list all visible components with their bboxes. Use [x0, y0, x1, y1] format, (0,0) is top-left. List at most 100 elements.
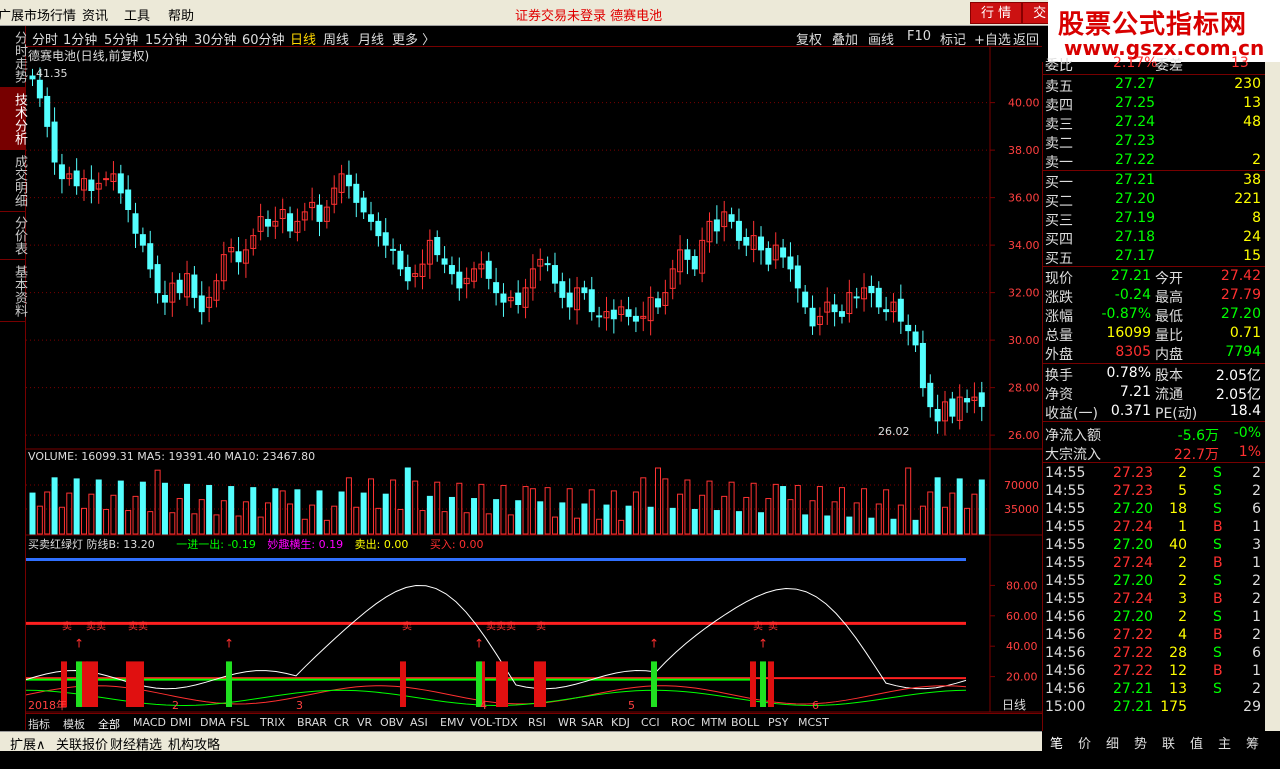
institution-strategy-button[interactable]: 机构攻略 [168, 734, 220, 753]
tick-row-cell: 27.20 [1113, 537, 1154, 553]
indicator-tab[interactable]: DMA [200, 716, 226, 729]
tick-row-cell: S [1213, 681, 1222, 697]
period-daily[interactable]: 日线 [290, 29, 316, 48]
indicator-tab[interactable]: EMV [440, 716, 464, 729]
tick-row-cell: 29 [1243, 699, 1261, 715]
volume-bar [927, 491, 934, 535]
indicator-tab[interactable]: ASI [410, 716, 428, 729]
volume-bar [677, 493, 684, 535]
detail-tab[interactable]: 主 [1218, 733, 1231, 752]
tick-row-cell: 15:00 [1045, 699, 1086, 715]
tab-fundamentals[interactable]: 基本资料 [0, 260, 27, 322]
candle-body [125, 189, 132, 210]
candle-body [448, 265, 455, 275]
scrollbar[interactable] [1265, 62, 1280, 732]
tick-row-cell: 12 [1169, 663, 1187, 679]
indicator-tab[interactable]: RSI [528, 716, 546, 729]
period-60min[interactable]: 60分钟 [242, 29, 285, 48]
candle-body [88, 179, 95, 192]
draw-line-button[interactable]: 画线 [868, 29, 894, 48]
period-timeshare[interactable]: 分时 [32, 29, 58, 48]
candle-body [934, 408, 941, 422]
mark-button[interactable]: 标记 [940, 29, 966, 48]
f10-button[interactable]: F10 [907, 29, 931, 44]
tick-row-cell: 27.24 [1113, 555, 1154, 571]
sell-signal-bar [768, 661, 774, 707]
tick-row: 14:56 27.22 28 S 6 [1043, 644, 1265, 663]
tab-trades[interactable]: 成交明细 [0, 150, 27, 212]
indicator-tab[interactable]: ROC [671, 716, 695, 729]
volume-bar [161, 482, 168, 535]
indicator-tab[interactable]: DMI [170, 716, 191, 729]
period-30min[interactable]: 30分钟 [194, 29, 237, 48]
tick-row-cell: 27.20 [1113, 501, 1154, 517]
tick-row-cell: S [1213, 573, 1222, 589]
add-watchlist-button[interactable]: +自选 [974, 29, 1011, 48]
indicator-tab[interactable]: OBV [380, 716, 403, 729]
volume-bar [51, 477, 58, 535]
indicator-tab[interactable]: SAR [581, 716, 603, 729]
period-weekly[interactable]: 周线 [323, 29, 349, 48]
tab-timeshare[interactable]: 分时走势 [0, 26, 27, 88]
indicator-tab[interactable]: VR [357, 716, 372, 729]
detail-tab[interactable]: 联 [1162, 733, 1175, 752]
indicator-tab[interactable]: MCST [798, 716, 829, 729]
period-monthly[interactable]: 月线 [358, 29, 384, 48]
volume-bar [360, 492, 367, 535]
detail-tab[interactable]: 筹 [1246, 733, 1259, 752]
period-more[interactable]: 更多 〉 [392, 29, 435, 48]
candle-body [58, 164, 65, 180]
restore-rights-button[interactable]: 复权 [796, 29, 822, 48]
tab-technical[interactable]: 技术分析 [0, 88, 27, 150]
indicator-tab[interactable]: 模板 [63, 716, 85, 732]
menu-news[interactable]: 资讯 [82, 5, 108, 24]
period-15min[interactable]: 15分钟 [145, 29, 188, 48]
quote-row-cell: -0.24 [1114, 287, 1151, 303]
indicator-tab[interactable]: TRIX [260, 716, 285, 729]
expand-button[interactable]: 扩展∧ [10, 734, 46, 753]
indicator-tab[interactable]: 全部 [98, 716, 120, 732]
detail-tab[interactable]: 值 [1190, 733, 1203, 752]
detail-tab[interactable]: 细 [1106, 733, 1119, 752]
indicator-tab[interactable]: PSY [768, 716, 788, 729]
chart-area[interactable]: ↑ ↑ ↑ ↑ ↑卖 卖卖 卖卖卖卖卖卖卖卖卖 德赛电池(日线,前复权) 41.35 26.… [26, 47, 1042, 713]
indicator-tab[interactable]: VOL-TDX [470, 716, 518, 729]
volume-bar [198, 499, 205, 535]
tick-row-cell: 27.22 [1113, 663, 1154, 679]
sell-mark: 卖 [402, 620, 412, 632]
bid-row: 买五 27.17 15 [1043, 247, 1265, 267]
indicator-tab[interactable]: 指标 [28, 716, 50, 732]
indicator-tab[interactable]: CCI [641, 716, 660, 729]
detail-tab[interactable]: 价 [1078, 733, 1091, 752]
detail-tab[interactable]: 笔 [1050, 733, 1063, 752]
indicator-tab[interactable]: MACD [133, 716, 166, 729]
volume-bar [404, 467, 411, 535]
tick-row-cell: S [1213, 483, 1222, 499]
volume-bar [471, 498, 478, 535]
indicator-tab[interactable]: MTM [701, 716, 727, 729]
indicator-tab[interactable]: FSL [230, 716, 249, 729]
finance-picks-button[interactable]: 财经精选 [110, 734, 162, 753]
indicator-tab[interactable]: BRAR [297, 716, 327, 729]
quote-button[interactable]: 行 情 [970, 2, 1023, 24]
indicator-tab[interactable]: BOLL [731, 716, 759, 729]
volume-bar [478, 483, 485, 535]
period-1min[interactable]: 1分钟 [63, 29, 97, 48]
period-5min[interactable]: 5分钟 [104, 29, 138, 48]
volume-axis-label: 70000 [1004, 479, 1039, 492]
menu-tools[interactable]: 工具 [124, 5, 150, 24]
menu-market[interactable]: 广展市场行情 [0, 5, 76, 24]
indicator-tab[interactable]: KDJ [611, 716, 630, 729]
overlay-button[interactable]: 叠加 [832, 29, 858, 48]
indicator-tab[interactable]: CR [334, 716, 349, 729]
indicator-tab[interactable]: WR [558, 716, 577, 729]
detail-tab[interactable]: 势 [1134, 733, 1147, 752]
related-quotes-button[interactable]: 关联报价 [56, 734, 108, 753]
back-button[interactable]: 返回 [1013, 29, 1039, 48]
volume-bar [485, 513, 492, 535]
ask-row-cell: 48 [1243, 114, 1261, 130]
tab-price-table[interactable]: 分价表 [0, 212, 27, 260]
menu-help[interactable]: 帮助 [168, 5, 194, 24]
candle-body [713, 219, 720, 232]
volume-bar [610, 490, 617, 535]
